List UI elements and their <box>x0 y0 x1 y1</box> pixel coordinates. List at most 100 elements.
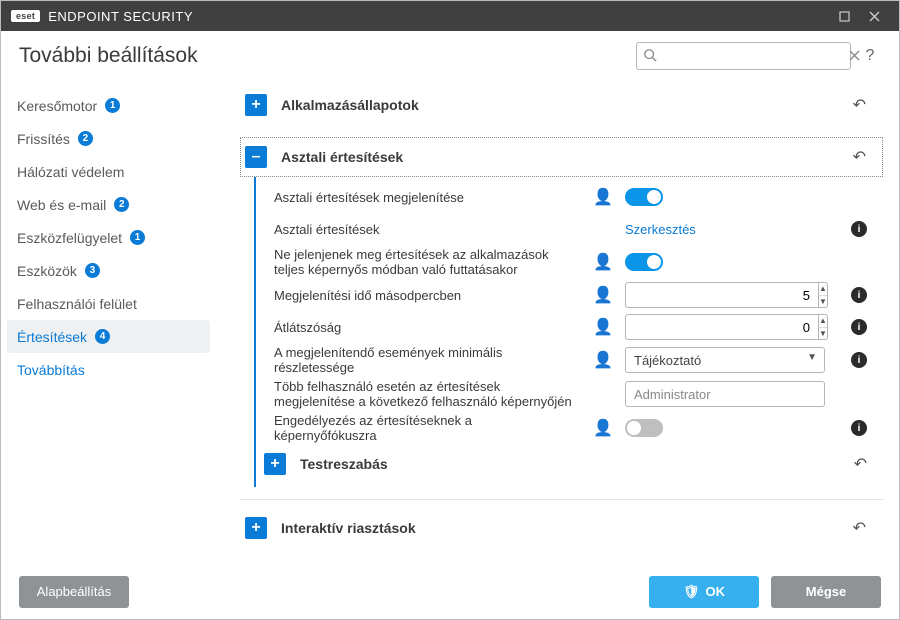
sidebar-item-label: Keresőmotor <box>17 98 97 114</box>
section-body: Asztali értesítések megjelenítése 👤 Aszt… <box>254 177 883 487</box>
sidebar-item-engine[interactable]: Keresőmotor 1 <box>1 89 216 122</box>
row-show-desktop-notifications: Asztali értesítések megjelenítése 👤 <box>256 181 883 213</box>
sidebar-item-label: Web és e-mail <box>17 197 106 213</box>
header-row: További beállítások ? <box>1 31 899 81</box>
ok-label: OK <box>706 584 726 599</box>
sidebar-item-label: Értesítések <box>17 329 87 345</box>
info-icon[interactable]: i <box>851 420 867 436</box>
subsection-title: Testreszabás <box>300 456 850 472</box>
undo-icon[interactable]: ↶ <box>850 454 871 474</box>
person-icon: 👤 <box>593 350 611 370</box>
cancel-button[interactable]: Mégse <box>771 576 881 608</box>
footer: Alapbeállítás 🛡 OK Mégse <box>1 564 899 619</box>
section-header-desktop-notifications[interactable]: – Asztali értesítések ↶ <box>240 137 883 177</box>
row-no-fullscreen-notifications: Ne jelenjenek meg értesítések az alkalma… <box>256 245 883 279</box>
ok-button[interactable]: 🛡 OK <box>649 576 759 608</box>
sidebar-item-label: Frissítés <box>17 131 70 147</box>
subsection-customization[interactable]: + Testreszabás ↶ <box>256 445 883 483</box>
sidebar-item-label: Felhasználói felület <box>17 296 137 312</box>
info-icon[interactable]: i <box>851 221 867 237</box>
sidebar-item-device-control[interactable]: Eszközfelügyelet 1 <box>1 221 216 254</box>
sidebar-item-update[interactable]: Frissítés 2 <box>1 122 216 155</box>
window-close-button[interactable] <box>859 1 889 31</box>
info-icon[interactable]: i <box>851 352 867 368</box>
badge: 2 <box>114 197 129 212</box>
default-button[interactable]: Alapbeállítás <box>19 576 129 608</box>
sidebar-item-label: Eszközfelügyelet <box>17 230 122 246</box>
row-transparency: Átlátszóság 👤 ▲ ▼ i <box>256 311 883 343</box>
row-label: Megjelenítési idő másodpercben <box>274 288 583 303</box>
duration-input[interactable] <box>625 282 818 308</box>
section-app-states: + Alkalmazásállapotok ↶ <box>240 85 883 125</box>
expand-icon: + <box>245 94 267 116</box>
duration-stepper[interactable]: ▲ ▼ <box>625 282 825 308</box>
row-min-verbosity: A megjelenítendő események minimális rés… <box>256 343 883 377</box>
multiuser-input[interactable] <box>625 381 825 407</box>
row-desktop-notifications-edit: Asztali értesítések Szerkesztés i <box>256 213 883 245</box>
sidebar-item-label: Hálózati védelem <box>17 164 124 180</box>
section-title: Interaktív riasztások <box>281 520 849 536</box>
section-title: Asztali értesítések <box>281 149 849 165</box>
section-header-interactive-alerts[interactable]: + Interaktív riasztások ↶ <box>240 508 883 548</box>
search-box[interactable] <box>636 42 851 70</box>
stepper-up-icon[interactable]: ▲ <box>819 315 827 328</box>
stepper-up-icon[interactable]: ▲ <box>819 283 827 296</box>
expand-icon: + <box>245 517 267 539</box>
sidebar: Keresőmotor 1 Frissítés 2 Hálózati védel… <box>1 81 216 564</box>
undo-icon[interactable]: ↶ <box>849 95 870 115</box>
badge: 1 <box>105 98 120 113</box>
row-label: Több felhasználó esetén az értesítések m… <box>274 379 583 409</box>
row-label: A megjelenítendő események minimális rés… <box>274 345 583 375</box>
search-input[interactable] <box>663 48 843 65</box>
badge: 3 <box>85 263 100 278</box>
sidebar-item-notifications[interactable]: Értesítések 4 <box>7 320 210 353</box>
content-area: + Alkalmazásállapotok ↶ – Asztali értesí… <box>216 81 899 564</box>
sidebar-item-label: Eszközök <box>17 263 77 279</box>
edit-link[interactable]: Szerkesztés <box>625 222 696 237</box>
toggle-no-fullscreen-notifications[interactable] <box>625 253 663 271</box>
sidebar-item-ui[interactable]: Felhasználói felület <box>1 287 216 320</box>
section-title: Alkalmazásállapotok <box>281 97 849 113</box>
row-multiuser-display: Több felhasználó esetén az értesítések m… <box>256 377 883 411</box>
toggle-show-desktop-notifications[interactable] <box>625 188 663 206</box>
row-label: Átlátszóság <box>274 320 583 335</box>
person-icon: 👤 <box>593 418 611 438</box>
sidebar-item-web-email[interactable]: Web és e-mail 2 <box>1 188 216 221</box>
section-desktop-notifications: – Asztali értesítések ↶ Asztali értesíté… <box>240 137 883 487</box>
window-maximize-button[interactable] <box>829 1 859 31</box>
badge: 1 <box>130 230 145 245</box>
page-title: További beállítások <box>19 44 636 68</box>
badge: 4 <box>95 329 110 344</box>
window: eset ENDPOINT SECURITY További beállítás… <box>0 0 900 620</box>
badge: 2 <box>78 131 93 146</box>
toggle-allow-focus[interactable] <box>625 419 663 437</box>
search-icon <box>643 48 657 65</box>
person-icon: 👤 <box>593 317 611 337</box>
brand-logo: eset <box>11 10 40 22</box>
sidebar-item-network[interactable]: Hálózati védelem <box>1 155 216 188</box>
person-icon: 👤 <box>593 252 611 272</box>
divider <box>240 499 883 500</box>
expand-icon: + <box>264 453 286 475</box>
undo-icon[interactable]: ↶ <box>849 147 870 167</box>
row-label: Engedélyezés az értesítéseknek a képerny… <box>274 413 583 443</box>
sidebar-item-label: Továbbítás <box>17 362 85 378</box>
sidebar-item-forwarding[interactable]: Továbbítás <box>1 353 216 386</box>
transparency-input[interactable] <box>625 314 818 340</box>
verbosity-select[interactable]: Tájékoztató <box>625 347 825 373</box>
help-button[interactable]: ? <box>859 47 881 65</box>
brand-text: ENDPOINT SECURITY <box>48 9 193 24</box>
info-icon[interactable]: i <box>851 287 867 303</box>
undo-icon[interactable]: ↶ <box>849 518 870 538</box>
section-header-app-states[interactable]: + Alkalmazásállapotok ↶ <box>240 85 883 125</box>
shield-icon: 🛡 <box>683 584 700 600</box>
row-allow-focus: Engedélyezés az értesítéseknek a képerny… <box>256 411 883 445</box>
sidebar-item-tools[interactable]: Eszközök 3 <box>1 254 216 287</box>
brand: eset ENDPOINT SECURITY <box>11 9 193 24</box>
info-icon[interactable]: i <box>851 319 867 335</box>
person-icon: 👤 <box>593 285 611 305</box>
stepper-down-icon[interactable]: ▼ <box>819 328 827 340</box>
transparency-stepper[interactable]: ▲ ▼ <box>625 314 825 340</box>
row-label: Ne jelenjenek meg értesítések az alkalma… <box>274 247 583 277</box>
stepper-down-icon[interactable]: ▼ <box>819 296 827 308</box>
